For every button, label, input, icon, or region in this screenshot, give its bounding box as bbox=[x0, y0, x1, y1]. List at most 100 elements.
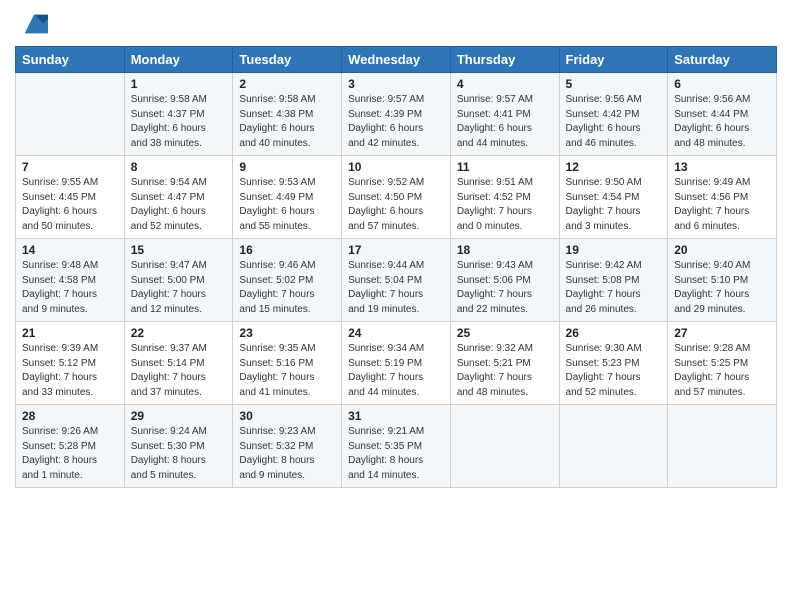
day-number: 26 bbox=[566, 326, 662, 340]
day-number: 19 bbox=[566, 243, 662, 257]
day-number: 1 bbox=[131, 77, 227, 91]
day-cell bbox=[559, 405, 668, 488]
day-info: Sunrise: 9:42 AM Sunset: 5:08 PM Dayligh… bbox=[566, 259, 662, 317]
week-row-3: 14 Sunrise: 9:48 AM Sunset: 4:58 PM Dayli… bbox=[16, 239, 777, 322]
day-cell: 28 Sunrise: 9:26 AM Sunset: 5:28 PM Dayli… bbox=[16, 405, 125, 488]
day-cell: 5 Sunrise: 9:56 AM Sunset: 4:42 PM Daylig… bbox=[559, 73, 668, 156]
day-number: 15 bbox=[131, 243, 227, 257]
day-cell: 4Sunrise: 9:57 AM Sunset: 4:41 PM Daylig… bbox=[450, 73, 559, 156]
day-number: 31 bbox=[348, 409, 444, 423]
day-number: 8 bbox=[131, 160, 227, 174]
day-number: 24 bbox=[348, 326, 444, 340]
day-number: 25 bbox=[457, 326, 553, 340]
day-cell: 16Sunrise: 9:46 AM Sunset: 5:02 PM Dayli… bbox=[233, 239, 342, 322]
day-cell: 12 Sunrise: 9:50 AM Sunset: 4:54 PM Dayli… bbox=[559, 156, 668, 239]
day-number: 6 bbox=[674, 77, 770, 91]
day-cell bbox=[668, 405, 777, 488]
day-number: 12 bbox=[566, 160, 662, 174]
day-cell: 24 Sunrise: 9:34 AM Sunset: 5:19 PM Dayli… bbox=[342, 322, 451, 405]
day-info: Sunrise: 9:39 AM Sunset: 5:12 PM Dayligh… bbox=[22, 342, 118, 400]
day-number: 23 bbox=[239, 326, 335, 340]
header bbox=[15, 10, 777, 38]
day-cell: 14 Sunrise: 9:48 AM Sunset: 4:58 PM Dayli… bbox=[16, 239, 125, 322]
day-cell bbox=[450, 405, 559, 488]
day-info: Sunrise: 9:24 AM Sunset: 5:30 PM Dayligh… bbox=[131, 425, 227, 483]
day-cell: 22 Sunrise: 9:37 AM Sunset: 5:14 PM Dayli… bbox=[124, 322, 233, 405]
col-header-friday: Friday bbox=[559, 47, 668, 73]
day-cell: 10 Sunrise: 9:52 AM Sunset: 4:50 PM Dayli… bbox=[342, 156, 451, 239]
day-number: 28 bbox=[22, 409, 118, 423]
day-cell: 25Sunrise: 9:32 AM Sunset: 5:21 PM Dayli… bbox=[450, 322, 559, 405]
week-row-2: 7Sunrise: 9:55 AM Sunset: 4:45 PM Daylig… bbox=[16, 156, 777, 239]
day-info: Sunrise: 9:51 AM Sunset: 4:52 PM Dayligh… bbox=[457, 176, 553, 234]
day-info: Sunrise: 9:49 AM Sunset: 4:56 PM Dayligh… bbox=[674, 176, 770, 234]
day-number: 10 bbox=[348, 160, 444, 174]
day-info: Sunrise: 9:21 AM Sunset: 5:35 PM Dayligh… bbox=[348, 425, 444, 483]
day-info: Sunrise: 9:30 AM Sunset: 5:23 PM Dayligh… bbox=[566, 342, 662, 400]
day-number: 7 bbox=[22, 160, 118, 174]
logo bbox=[15, 10, 48, 38]
day-cell: 18 Sunrise: 9:43 AM Sunset: 5:06 PM Dayli… bbox=[450, 239, 559, 322]
week-row-4: 21 Sunrise: 9:39 AM Sunset: 5:12 PM Dayli… bbox=[16, 322, 777, 405]
day-info: Sunrise: 9:50 AM Sunset: 4:54 PM Dayligh… bbox=[566, 176, 662, 234]
col-header-monday: Monday bbox=[124, 47, 233, 73]
day-number: 18 bbox=[457, 243, 553, 257]
logo-icon bbox=[20, 10, 48, 38]
day-info: Sunrise: 9:44 AM Sunset: 5:04 PM Dayligh… bbox=[348, 259, 444, 317]
col-header-tuesday: Tuesday bbox=[233, 47, 342, 73]
col-header-saturday: Saturday bbox=[668, 47, 777, 73]
day-number: 5 bbox=[566, 77, 662, 91]
day-number: 9 bbox=[239, 160, 335, 174]
day-cell: 20Sunrise: 9:40 AM Sunset: 5:10 PM Dayli… bbox=[668, 239, 777, 322]
calendar-table: SundayMondayTuesdayWednesdayThursdayFrid… bbox=[15, 46, 777, 488]
day-number: 29 bbox=[131, 409, 227, 423]
day-info: Sunrise: 9:56 AM Sunset: 4:44 PM Dayligh… bbox=[674, 93, 770, 151]
day-info: Sunrise: 9:48 AM Sunset: 4:58 PM Dayligh… bbox=[22, 259, 118, 317]
day-cell: 13 Sunrise: 9:49 AM Sunset: 4:56 PM Dayli… bbox=[668, 156, 777, 239]
day-info: Sunrise: 9:23 AM Sunset: 5:32 PM Dayligh… bbox=[239, 425, 335, 483]
day-info: Sunrise: 9:52 AM Sunset: 4:50 PM Dayligh… bbox=[348, 176, 444, 234]
day-info: Sunrise: 9:58 AM Sunset: 4:37 PM Dayligh… bbox=[131, 93, 227, 151]
day-cell: 6 Sunrise: 9:56 AM Sunset: 4:44 PM Daylig… bbox=[668, 73, 777, 156]
day-number: 16 bbox=[239, 243, 335, 257]
day-info: Sunrise: 9:43 AM Sunset: 5:06 PM Dayligh… bbox=[457, 259, 553, 317]
week-row-5: 28 Sunrise: 9:26 AM Sunset: 5:28 PM Dayli… bbox=[16, 405, 777, 488]
day-cell: 17 Sunrise: 9:44 AM Sunset: 5:04 PM Dayli… bbox=[342, 239, 451, 322]
day-cell: 7Sunrise: 9:55 AM Sunset: 4:45 PM Daylig… bbox=[16, 156, 125, 239]
day-info: Sunrise: 9:28 AM Sunset: 5:25 PM Dayligh… bbox=[674, 342, 770, 400]
day-cell: 11 Sunrise: 9:51 AM Sunset: 4:52 PM Dayli… bbox=[450, 156, 559, 239]
day-number: 13 bbox=[674, 160, 770, 174]
week-row-1: 1 Sunrise: 9:58 AM Sunset: 4:37 PM Daylig… bbox=[16, 73, 777, 156]
day-info: Sunrise: 9:58 AM Sunset: 4:38 PM Dayligh… bbox=[239, 93, 335, 151]
day-number: 22 bbox=[131, 326, 227, 340]
day-cell: 29 Sunrise: 9:24 AM Sunset: 5:30 PM Dayli… bbox=[124, 405, 233, 488]
day-number: 11 bbox=[457, 160, 553, 174]
day-info: Sunrise: 9:56 AM Sunset: 4:42 PM Dayligh… bbox=[566, 93, 662, 151]
day-number: 17 bbox=[348, 243, 444, 257]
day-number: 21 bbox=[22, 326, 118, 340]
page-container: SundayMondayTuesdayWednesdayThursdayFrid… bbox=[0, 0, 792, 493]
day-info: Sunrise: 9:53 AM Sunset: 4:49 PM Dayligh… bbox=[239, 176, 335, 234]
header-row: SundayMondayTuesdayWednesdayThursdayFrid… bbox=[16, 47, 777, 73]
day-info: Sunrise: 9:26 AM Sunset: 5:28 PM Dayligh… bbox=[22, 425, 118, 483]
day-info: Sunrise: 9:35 AM Sunset: 5:16 PM Dayligh… bbox=[239, 342, 335, 400]
day-number: 14 bbox=[22, 243, 118, 257]
day-number: 30 bbox=[239, 409, 335, 423]
day-number: 4 bbox=[457, 77, 553, 91]
day-cell: 27 Sunrise: 9:28 AM Sunset: 5:25 PM Dayli… bbox=[668, 322, 777, 405]
col-header-thursday: Thursday bbox=[450, 47, 559, 73]
day-cell: 19 Sunrise: 9:42 AM Sunset: 5:08 PM Dayli… bbox=[559, 239, 668, 322]
day-number: 20 bbox=[674, 243, 770, 257]
day-cell: 9 Sunrise: 9:53 AM Sunset: 4:49 PM Daylig… bbox=[233, 156, 342, 239]
day-info: Sunrise: 9:34 AM Sunset: 5:19 PM Dayligh… bbox=[348, 342, 444, 400]
col-header-wednesday: Wednesday bbox=[342, 47, 451, 73]
day-cell: 21 Sunrise: 9:39 AM Sunset: 5:12 PM Dayli… bbox=[16, 322, 125, 405]
day-number: 3 bbox=[348, 77, 444, 91]
day-cell: 8Sunrise: 9:54 AM Sunset: 4:47 PM Daylig… bbox=[124, 156, 233, 239]
day-cell: 23 Sunrise: 9:35 AM Sunset: 5:16 PM Dayli… bbox=[233, 322, 342, 405]
day-number: 27 bbox=[674, 326, 770, 340]
day-cell: 3Sunrise: 9:57 AM Sunset: 4:39 PM Daylig… bbox=[342, 73, 451, 156]
day-cell: 15Sunrise: 9:47 AM Sunset: 5:00 PM Dayli… bbox=[124, 239, 233, 322]
day-info: Sunrise: 9:37 AM Sunset: 5:14 PM Dayligh… bbox=[131, 342, 227, 400]
col-header-sunday: Sunday bbox=[16, 47, 125, 73]
